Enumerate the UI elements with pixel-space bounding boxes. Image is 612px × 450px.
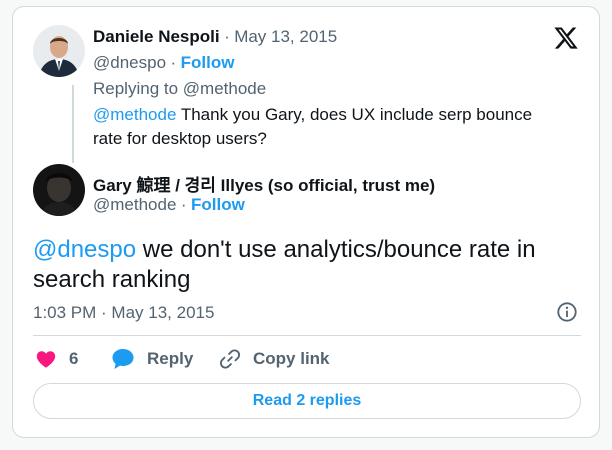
main-handle-row: @methode · Follow <box>93 195 245 215</box>
replying-to-label: Replying to @methode <box>93 79 267 98</box>
follow-gary-link[interactable]: Follow <box>191 195 245 214</box>
heart-icon <box>36 351 56 368</box>
main-handle-separator: · <box>180 195 187 214</box>
follow-daniele-link[interactable]: Follow <box>181 53 235 72</box>
copy-link-button[interactable]: Copy link <box>219 348 330 370</box>
reply-label: Reply <box>147 349 194 368</box>
avatar-gary[interactable] <box>33 164 85 216</box>
reply-header: Daniele Nespoli · May 13, 2015 <box>93 27 337 47</box>
like-count: 6 <box>69 349 79 368</box>
link-icon <box>219 349 241 369</box>
handle-separator: · <box>170 53 177 72</box>
like-button[interactable]: 6 <box>35 348 78 370</box>
copy-link-label: Copy link <box>253 349 330 368</box>
reply-author-name[interactable]: Daniele Nespoli <box>93 27 220 46</box>
embedded-tweet-card: Daniele Nespoli · May 13, 2015 @dnespo ·… <box>12 6 600 438</box>
mention-dnespo[interactable]: @dnespo <box>33 236 136 263</box>
reply-tweet-text: @methode Thank you Gary, does UX include… <box>93 103 563 151</box>
main-author-name[interactable]: Gary 鯨理 / 경리 Illyes (so official, trust … <box>93 176 435 195</box>
main-header: Gary 鯨理 / 경리 Illyes (so official, trust … <box>93 171 435 196</box>
read-replies-label: Read 2 replies <box>252 392 362 409</box>
main-tweet-text: @dnespo we don't use analytics/bounce ra… <box>33 235 553 295</box>
info-icon[interactable] <box>556 301 578 328</box>
main-handle[interactable]: @methode <box>93 195 176 214</box>
reply-handle-row: @dnespo · Follow <box>93 53 234 73</box>
thread-line <box>72 85 74 163</box>
reply-handle[interactable]: @dnespo <box>93 53 166 72</box>
x-logo-icon[interactable] <box>553 25 579 56</box>
reply-bubble-icon <box>112 349 134 369</box>
header-separator: · <box>224 27 230 46</box>
mention-methode[interactable]: @methode <box>93 105 176 124</box>
reply-button[interactable]: Reply <box>111 348 193 370</box>
read-replies-button[interactable]: Read 2 replies <box>33 383 581 419</box>
avatar-daniele[interactable] <box>33 25 85 77</box>
tweet-timestamp[interactable]: 1:03 PM · May 13, 2015 <box>33 303 214 323</box>
actions-divider <box>33 335 581 336</box>
reply-date[interactable]: May 13, 2015 <box>234 27 337 46</box>
